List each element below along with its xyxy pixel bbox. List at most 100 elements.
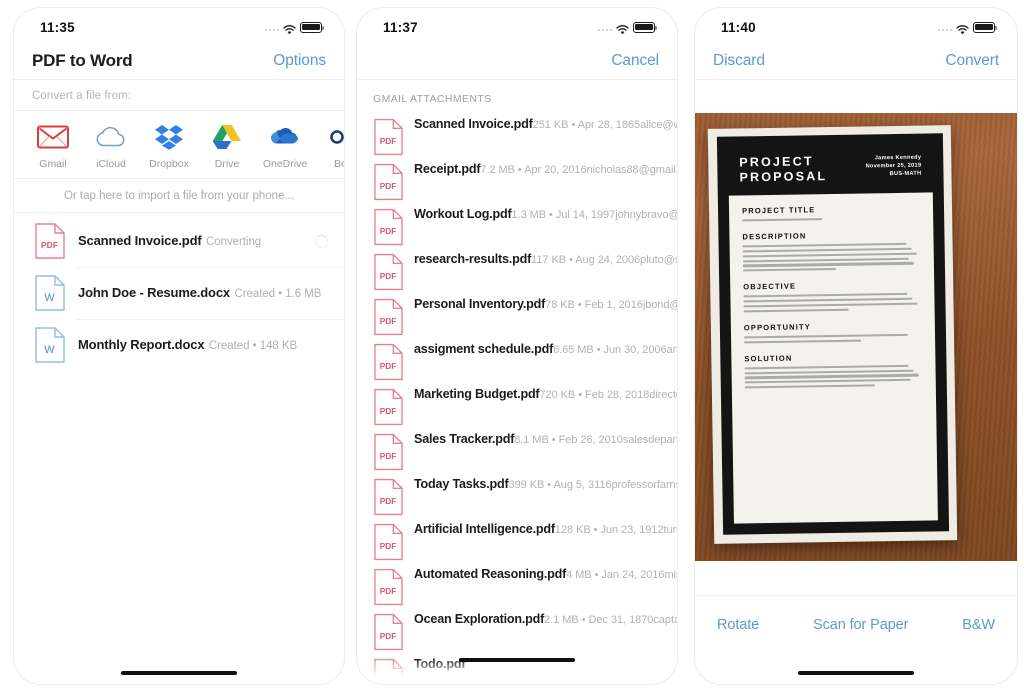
attachment-size-date: 399 KB • Aug 5, 3116 xyxy=(508,479,612,491)
scanned-document-page: PROJECT PROPOSAL James Kennedy November … xyxy=(707,125,958,544)
pdf-file-icon: PDF xyxy=(374,298,403,336)
svg-text:PDF: PDF xyxy=(380,496,397,506)
status-clock: 11:40 xyxy=(721,19,756,35)
list-item[interactable]: PDF assigment schedule.pdf6.65 MB • Jun 3… xyxy=(357,337,677,382)
attachment-size-date: 251 KB • Apr 28, 1865 xyxy=(532,119,641,131)
preview-top-padding xyxy=(695,80,1017,113)
document-text-line xyxy=(744,369,914,375)
document-text-line xyxy=(743,308,849,313)
document-section: OPPORTUNITY xyxy=(744,320,922,344)
list-item[interactable]: PDF Artificial Intelligence.pdf128 KB • J… xyxy=(357,517,677,562)
cloud-service-gmail[interactable]: Gmail xyxy=(24,123,82,170)
scan-toolbar: Rotate Scan for Paper B&W xyxy=(695,595,1017,653)
attachment-size-date: 4 MB • Jan 24, 2016 xyxy=(566,569,665,581)
gmail-icon xyxy=(35,123,71,151)
document-section-heading: OBJECTIVE xyxy=(743,281,797,292)
list-item[interactable]: PDF Scanned Invoice.pdf Converting xyxy=(14,215,344,267)
notch xyxy=(123,8,235,28)
section-header-gmail-attachments: GMAIL ATTACHMENTS xyxy=(373,93,492,105)
word-file-icon: W xyxy=(35,327,65,363)
list-item[interactable]: W Monthly Report.docx Created • 148 KB xyxy=(14,319,344,371)
attachment-size-date: 8.1 MB • Feb 26, 2010 xyxy=(514,434,623,446)
cloud-service-dropbox[interactable]: Dropbox xyxy=(140,123,198,170)
attachment-sender: minsky@outlook.com • My book xyxy=(664,569,677,581)
pdf-file-icon: PDF xyxy=(374,343,403,381)
rotate-button[interactable]: Rotate xyxy=(717,617,759,633)
list-item[interactable]: PDF Todo.pdf xyxy=(357,652,677,684)
list-item[interactable]: PDF research-results.pdf117 KB • Aug 24, … xyxy=(357,247,677,292)
document-section-heading: DESCRIPTION xyxy=(742,231,807,242)
navigation-bar: Cancel xyxy=(357,42,677,80)
list-item[interactable]: W John Doe - Resume.docx Created • 1.6 M… xyxy=(14,267,344,319)
file-status: Created • 1.6 MB xyxy=(234,288,322,300)
attachment-sender: director@hollywood.com • Couple of zero.… xyxy=(649,389,677,401)
document-frame: PROJECT PROPOSAL James Kennedy November … xyxy=(716,133,950,535)
document-text-line xyxy=(742,218,823,222)
discard-button[interactable]: Discard xyxy=(713,52,765,70)
pdf-file-icon: PDF xyxy=(374,388,403,426)
signal-dots-icon xyxy=(597,23,612,31)
pdf-file-icon: PDF xyxy=(374,433,403,471)
attachment-sender: andysachs@priestlyholdings.com • RE: xyxy=(666,344,677,356)
convert-button[interactable]: Convert xyxy=(945,52,999,70)
list-item[interactable]: PDF Ocean Exploration.pdf2.1 MB • Dec 31,… xyxy=(357,607,677,652)
attachments-list: PDF Scanned Invoice.pdf251 KB • Apr 28, 1… xyxy=(357,112,677,684)
attachment-size-date: 117 KB • Aug 24, 2006 xyxy=(531,254,641,266)
document-text-line xyxy=(742,243,907,248)
status-icons xyxy=(597,21,657,35)
navigation-bar: PDF to Word Options xyxy=(14,42,344,80)
list-item[interactable]: PDF Marketing Budget.pdf720 KB • Feb 28, … xyxy=(357,382,677,427)
document-text-line xyxy=(742,252,918,258)
list-item[interactable]: PDF Scanned Invoice.pdf251 KB • Apr 28, 1… xyxy=(357,112,677,157)
attachment-name: Artificial Intelligence.pdf xyxy=(414,522,555,536)
document-section: DESCRIPTION xyxy=(742,230,921,272)
svg-text:W: W xyxy=(44,292,55,304)
attachment-sender: captainnemo@nautilus.com • Findings ab..… xyxy=(653,614,677,626)
signal-dots-icon xyxy=(264,23,279,31)
scan-preview-area[interactable]: PROJECT PROPOSAL James Kennedy November … xyxy=(695,80,1017,595)
status-icons xyxy=(264,21,324,35)
cloud-services-strip[interactable]: Gmail iCloud Dropbox Drive OneDrive B xyxy=(14,111,344,179)
cloud-service-label: Gmail xyxy=(39,158,67,170)
svg-text:PDF: PDF xyxy=(380,676,397,684)
cloud-service-onedrive[interactable]: OneDrive xyxy=(256,123,314,170)
attachment-size-date: 7.2 MB • Apr 20, 2016 xyxy=(480,164,587,176)
document-text-line xyxy=(743,293,908,298)
converting-spinner-icon xyxy=(315,234,328,248)
list-item[interactable]: PDF Sales Tracker.pdf8.1 MB • Feb 26, 201… xyxy=(357,427,677,472)
document-text-line xyxy=(744,384,875,389)
list-item[interactable]: PDF Receipt.pdf7.2 MB • Apr 20, 2016nicho… xyxy=(357,157,677,202)
document-section-heading: PROJECT TITLE xyxy=(741,205,816,216)
list-item[interactable]: PDF Automated Reasoning.pdf4 MB • Jan 24,… xyxy=(357,562,677,607)
list-item[interactable]: PDF Today Tasks.pdf399 KB • Aug 5, 3116pr… xyxy=(357,472,677,517)
document-text-line xyxy=(743,297,913,303)
document-text-line xyxy=(742,262,914,267)
cancel-button[interactable]: Cancel xyxy=(611,52,659,70)
file-status: Created • 148 KB xyxy=(208,340,298,352)
status-clock: 11:35 xyxy=(40,19,75,35)
onedrive-icon xyxy=(267,123,303,151)
svg-text:PDF: PDF xyxy=(380,226,397,236)
document-section: SOLUTION xyxy=(744,351,923,389)
pdf-file-icon: PDF xyxy=(35,223,65,259)
list-item[interactable]: PDF Personal Inventory.pdf78 KB • Feb 1, … xyxy=(357,292,677,337)
pdf-file-icon: PDF xyxy=(374,523,403,561)
svg-text:W: W xyxy=(44,344,55,356)
options-button[interactable]: Options xyxy=(273,52,326,70)
cloud-service-icloud[interactable]: iCloud xyxy=(82,123,140,170)
scan-for-paper-button[interactable]: Scan for Paper xyxy=(813,617,908,633)
notch xyxy=(461,8,573,28)
import-from-phone-row[interactable]: Or tap here to import a file from your p… xyxy=(14,179,344,213)
cloud-service-label: Box xyxy=(333,158,344,170)
attachment-name: Scanned Invoice.pdf xyxy=(414,117,533,131)
list-item[interactable]: PDF Workout Log.pdf1.3 MB • Jul 14, 1997j… xyxy=(357,202,677,247)
cloud-service-box[interactable]: Box xyxy=(314,123,344,170)
svg-text:PDF: PDF xyxy=(380,631,397,641)
attachment-sender: johnybravo@fitmail.net • Todays workout xyxy=(615,209,677,221)
pdf-file-icon: PDF xyxy=(374,658,403,684)
black-and-white-button[interactable]: B&W xyxy=(962,617,995,633)
svg-text:PDF: PDF xyxy=(380,136,397,146)
battery-icon xyxy=(633,21,657,33)
cloud-service-label: OneDrive xyxy=(262,158,308,170)
cloud-service-drive[interactable]: Drive xyxy=(198,123,256,170)
